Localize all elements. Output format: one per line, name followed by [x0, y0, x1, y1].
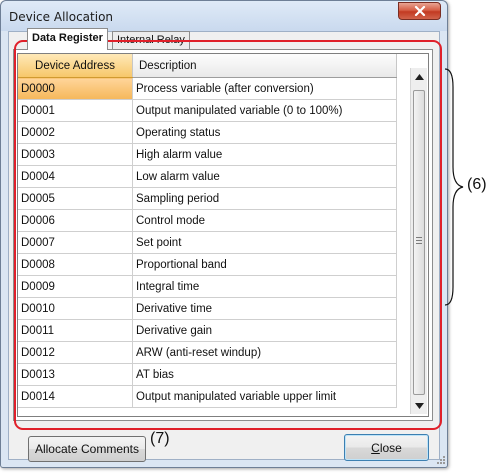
window-close-button[interactable]: [398, 2, 441, 20]
title-bar: Device Allocation: [1, 1, 447, 31]
callout-7-label: (7): [150, 430, 170, 448]
close-button[interactable]: Close: [344, 434, 429, 461]
annotation-box-6: [14, 40, 442, 430]
close-button-label: Close: [371, 440, 402, 455]
callout-6-label: (6): [467, 176, 487, 193]
annotation-brace-icon: [444, 68, 464, 306]
close-icon: [414, 6, 425, 16]
tab-data-register[interactable]: Data Register: [27, 28, 108, 50]
resize-grip-icon[interactable]: [436, 455, 445, 464]
allocate-comments-button[interactable]: Allocate Comments: [28, 436, 146, 462]
window-title: Device Allocation: [9, 10, 114, 24]
